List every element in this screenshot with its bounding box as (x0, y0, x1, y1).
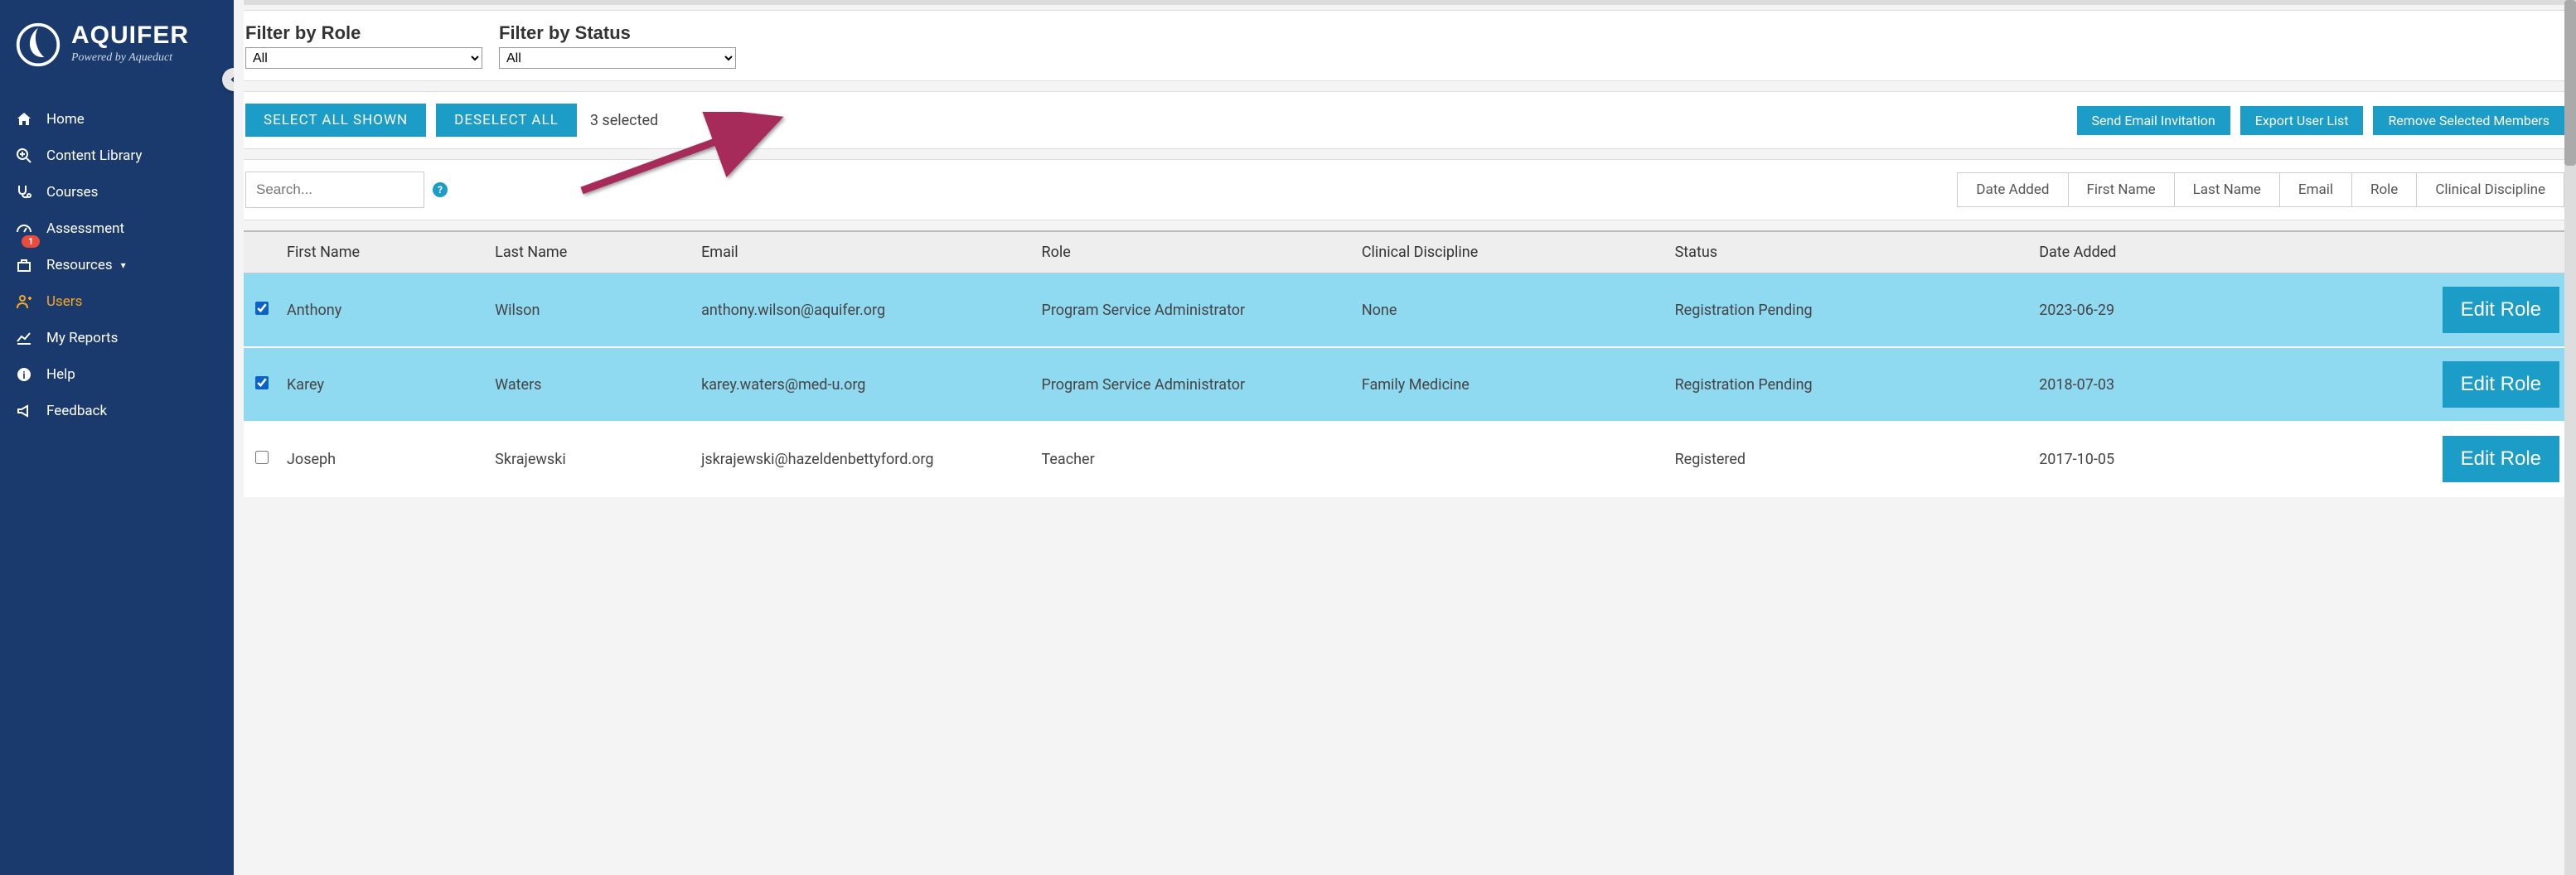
chart-icon (15, 330, 33, 346)
cell-discipline: Family Medicine (1355, 347, 1668, 422)
brand-title: AQUIFER (71, 22, 189, 50)
home-icon (15, 111, 33, 128)
remove-selected-members-button[interactable]: Remove Selected Members (2373, 106, 2564, 135)
sidebar-nav: Home Content Library Courses Assessment … (0, 93, 234, 438)
sort-first-name[interactable]: First Name (2069, 173, 2175, 206)
cell-discipline: None (1355, 273, 1668, 348)
col-clinical-discipline[interactable]: Clinical Discipline (1355, 231, 1668, 273)
sidebar-item-content-library[interactable]: Content Library (0, 138, 234, 174)
aquifer-logo-icon (15, 22, 61, 68)
sort-date-added[interactable]: Date Added (1958, 173, 2068, 206)
sidebar-item-label: Content Library (46, 147, 142, 164)
export-user-list-button[interactable]: Export User List (2240, 106, 2364, 135)
select-all-button[interactable]: SELECT ALL SHOWN (245, 104, 426, 137)
cell-last-name: Skrajewski (488, 422, 695, 496)
cell-last-name: Wilson (488, 273, 695, 348)
sidebar-item-courses[interactable]: Courses (0, 174, 234, 210)
row-checkbox[interactable] (255, 451, 269, 464)
cell-first-name: Anthony (280, 273, 488, 348)
help-icon[interactable]: ? (433, 182, 448, 197)
cell-role: Program Service Administrator (1035, 273, 1355, 348)
search-input[interactable] (245, 172, 424, 208)
cell-date-added: 2017-10-05 (2032, 422, 2251, 496)
filter-status-label: Filter by Status (499, 22, 736, 44)
stethoscope-icon (15, 184, 33, 201)
send-email-invitation-button[interactable]: Send Email Invitation (2077, 106, 2230, 135)
col-date-added[interactable]: Date Added (2032, 231, 2251, 273)
sidebar-item-label: Help (46, 366, 75, 383)
filter-status-select[interactable]: All (499, 47, 736, 69)
cell-email: karey.waters@med-u.org (695, 347, 1034, 422)
info-icon: i (15, 366, 33, 383)
brand-subtitle: Powered by Aqueduct (71, 51, 189, 65)
cell-last-name: Waters (488, 347, 695, 422)
sidebar-item-label: Courses (46, 184, 98, 201)
col-role[interactable]: Role (1035, 231, 1355, 273)
sidebar-item-help[interactable]: i Help (0, 356, 234, 393)
cell-status: Registered (1668, 422, 2033, 496)
sidebar-item-home[interactable]: Home (0, 101, 234, 138)
col-first-name[interactable]: First Name (280, 231, 488, 273)
cell-status: Registration Pending (1668, 347, 2033, 422)
filter-role-label: Filter by Role (245, 22, 482, 44)
search-panel: ? Date Added First Name Last Name Email … (244, 159, 2566, 220)
deselect-all-button[interactable]: DESELECT ALL (436, 104, 577, 137)
sidebar: AQUIFER Powered by Aqueduct Home Content… (0, 0, 234, 875)
briefcase-icon (15, 257, 33, 273)
assessment-badge: 1 (22, 235, 40, 248)
sidebar-item-my-reports[interactable]: My Reports (0, 320, 234, 356)
sidebar-item-assessment[interactable]: Assessment 1 (0, 210, 234, 247)
selected-count-label: 3 selected (590, 112, 658, 129)
row-checkbox[interactable] (255, 376, 269, 389)
row-checkbox[interactable] (255, 302, 269, 315)
sidebar-item-label: Assessment (46, 220, 124, 237)
edit-role-button[interactable]: Edit Role (2443, 436, 2559, 482)
sidebar-item-resources[interactable]: Resources ▾ (0, 247, 234, 283)
scrollbar-track[interactable] (2564, 0, 2576, 875)
sidebar-item-users[interactable]: Users (0, 283, 234, 320)
svg-text:i: i (22, 370, 25, 381)
filter-panel: Filter by Role All Filter by Status All (244, 10, 2566, 81)
sort-role[interactable]: Role (2352, 173, 2417, 206)
sort-email[interactable]: Email (2280, 173, 2352, 206)
sidebar-item-label: Users (46, 293, 82, 310)
cell-date-added: 2018-07-03 (2032, 347, 2251, 422)
table-row[interactable]: JosephSkrajewskijskrajewski@hazeldenbett… (244, 422, 2566, 496)
sidebar-item-label: Resources (46, 257, 113, 273)
sidebar-item-label: Home (46, 111, 85, 128)
filter-role-select[interactable]: All (245, 47, 482, 69)
sort-pills: Date Added First Name Last Name Email Ro… (1957, 172, 2564, 207)
sidebar-item-feedback[interactable]: Feedback (0, 393, 234, 429)
chevron-down-icon: ▾ (121, 259, 126, 271)
user-plus-icon (15, 293, 33, 310)
cell-date-added: 2023-06-29 (2032, 273, 2251, 348)
cell-email: anthony.wilson@aquifer.org (695, 273, 1034, 348)
table-row[interactable]: AnthonyWilsonanthony.wilson@aquifer.orgP… (244, 273, 2566, 348)
users-table: First Name Last Name Email Role Clinical… (244, 230, 2566, 497)
sidebar-item-label: Feedback (46, 403, 107, 419)
cell-first-name: Joseph (280, 422, 488, 496)
edit-role-button[interactable]: Edit Role (2443, 361, 2559, 408)
cell-status: Registration Pending (1668, 273, 2033, 348)
edit-role-button[interactable]: Edit Role (2443, 287, 2559, 333)
cell-discipline (1355, 422, 1668, 496)
search-plus-icon (15, 147, 33, 164)
cell-role: Program Service Administrator (1035, 347, 1355, 422)
cell-first-name: Karey (280, 347, 488, 422)
col-last-name[interactable]: Last Name (488, 231, 695, 273)
scrollbar-thumb[interactable] (2564, 0, 2576, 166)
cell-role: Teacher (1035, 422, 1355, 496)
main-content: Filter by Role All Filter by Status All … (234, 0, 2576, 875)
brand-block: AQUIFER Powered by Aqueduct (0, 17, 234, 93)
cell-email: jskrajewski@hazeldenbettyford.org (695, 422, 1034, 496)
actions-panel: SELECT ALL SHOWN DESELECT ALL 3 selected… (244, 91, 2566, 149)
sort-clinical-discipline[interactable]: Clinical Discipline (2417, 173, 2564, 206)
bullhorn-icon (15, 403, 33, 419)
col-email[interactable]: Email (695, 231, 1034, 273)
dashboard-icon (15, 220, 33, 237)
sidebar-item-label: My Reports (46, 330, 118, 346)
sort-last-name[interactable]: Last Name (2175, 173, 2280, 206)
col-status[interactable]: Status (1668, 231, 2033, 273)
table-row[interactable]: KareyWaterskarey.waters@med-u.orgProgram… (244, 347, 2566, 422)
